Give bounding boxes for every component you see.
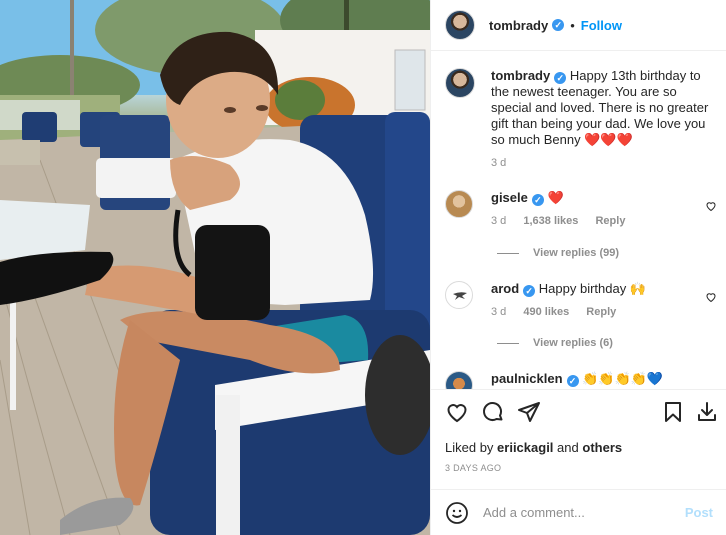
- divider-line: [497, 342, 519, 344]
- caption-item: tombrady ✓ Happy 13th birthday to the new…: [445, 68, 715, 171]
- caption-age: 3 d: [491, 157, 507, 169]
- liked-by-summary: Liked by eriickagil and others: [445, 440, 622, 455]
- share-icon[interactable]: [517, 400, 541, 424]
- caption-meta: 3 d: [491, 155, 715, 171]
- comment-body: paulnicklen ✓ 👏👏👏👏💙: [491, 371, 715, 387]
- reply-button[interactable]: Reply: [595, 215, 625, 227]
- verified-badge-icon: ✓: [552, 19, 565, 31]
- hawk-logo-icon: [453, 292, 467, 300]
- post-detail-panel: tombrady ✓ • Follow tombrady ✓ Happy 13th…: [430, 0, 726, 535]
- post-actions: Liked by eriickagil and others 3 DAYS AG…: [431, 389, 726, 489]
- follow-button[interactable]: Follow: [581, 18, 622, 33]
- comment-item: arod ✓ Happy birthday 🙌 3 d 490 likes Rep…: [445, 281, 717, 320]
- comment-text: 👏👏👏👏💙: [582, 371, 664, 386]
- post-header: tombrady ✓ • Follow: [431, 0, 726, 51]
- commenter-avatar[interactable]: [445, 190, 473, 218]
- comment-age: 3 d: [491, 306, 507, 318]
- heart-icon[interactable]: [705, 200, 717, 212]
- view-replies-label: View replies (6): [533, 337, 613, 349]
- verified-badge-icon: ✓: [566, 375, 579, 387]
- verified-badge-icon: ✓: [523, 285, 536, 297]
- photo-illustration: [0, 0, 430, 535]
- comment-meta: 3 d 490 likes Reply: [491, 304, 715, 320]
- comment-age: 3 d: [491, 215, 507, 227]
- comment-icon[interactable]: [481, 400, 505, 424]
- post-button[interactable]: Post: [685, 505, 713, 520]
- comment-body: arod ✓ Happy birthday 🙌 3 d 490 likes Rep…: [491, 281, 715, 320]
- liked-by-user[interactable]: eriickagil: [497, 440, 553, 455]
- verified-badge-icon: ✓: [554, 72, 567, 84]
- divider-line: [497, 252, 519, 254]
- view-replies-button[interactable]: View replies (99): [497, 247, 619, 259]
- comment-meta: 3 d 1,638 likes Reply: [491, 213, 715, 229]
- comments-list[interactable]: tombrady ✓ Happy 13th birthday to the new…: [431, 52, 726, 389]
- liked-by-prefix: Liked by: [445, 440, 494, 455]
- author-username[interactable]: tombrady: [489, 18, 548, 33]
- emoji-icon[interactable]: [445, 501, 469, 525]
- comment-username[interactable]: arod: [491, 281, 519, 296]
- bookmark-icon[interactable]: [661, 400, 685, 424]
- post-timestamp[interactable]: 3 DAYS AGO: [445, 463, 501, 473]
- comment-username[interactable]: paulnicklen: [491, 371, 563, 386]
- commenter-avatar[interactable]: [445, 281, 473, 309]
- author-avatar[interactable]: [445, 68, 475, 98]
- comment-text: Happy birthday 🙌: [538, 281, 647, 296]
- comment-body: gisele ✓ ❤️ 3 d 1,638 likes Reply: [491, 190, 715, 229]
- reply-button[interactable]: Reply: [586, 306, 616, 318]
- liked-by-and: and: [557, 440, 579, 455]
- caption-username[interactable]: tombrady: [491, 68, 550, 83]
- separator-dot: •: [570, 17, 575, 33]
- comment-composer: Post: [431, 489, 726, 535]
- comment-item: paulnicklen ✓ 👏👏👏👏💙: [445, 371, 715, 389]
- comment-username[interactable]: gisele: [491, 190, 528, 205]
- view-replies-label: View replies (99): [533, 247, 620, 259]
- heart-icon[interactable]: [705, 291, 717, 303]
- commenter-avatar[interactable]: [445, 371, 473, 389]
- comment-input[interactable]: [483, 505, 685, 520]
- comment-text: ❤️: [547, 190, 564, 205]
- heart-icon[interactable]: [445, 400, 469, 424]
- comment-likes[interactable]: 1,638 likes: [523, 215, 578, 227]
- caption-emoji: ❤️❤️❤️: [584, 132, 633, 147]
- action-icons: [443, 400, 719, 428]
- author-avatar[interactable]: [445, 10, 475, 40]
- verified-badge-icon: ✓: [531, 194, 544, 206]
- download-icon[interactable]: [695, 400, 719, 424]
- post-photo[interactable]: [0, 0, 430, 535]
- comment-likes[interactable]: 490 likes: [523, 306, 569, 318]
- caption-body: tombrady ✓ Happy 13th birthday to the new…: [491, 68, 715, 171]
- comment-item: gisele ✓ ❤️ 3 d 1,638 likes Reply: [445, 190, 717, 229]
- view-replies-button[interactable]: View replies (6): [497, 337, 613, 349]
- liked-by-others[interactable]: others: [582, 440, 622, 455]
